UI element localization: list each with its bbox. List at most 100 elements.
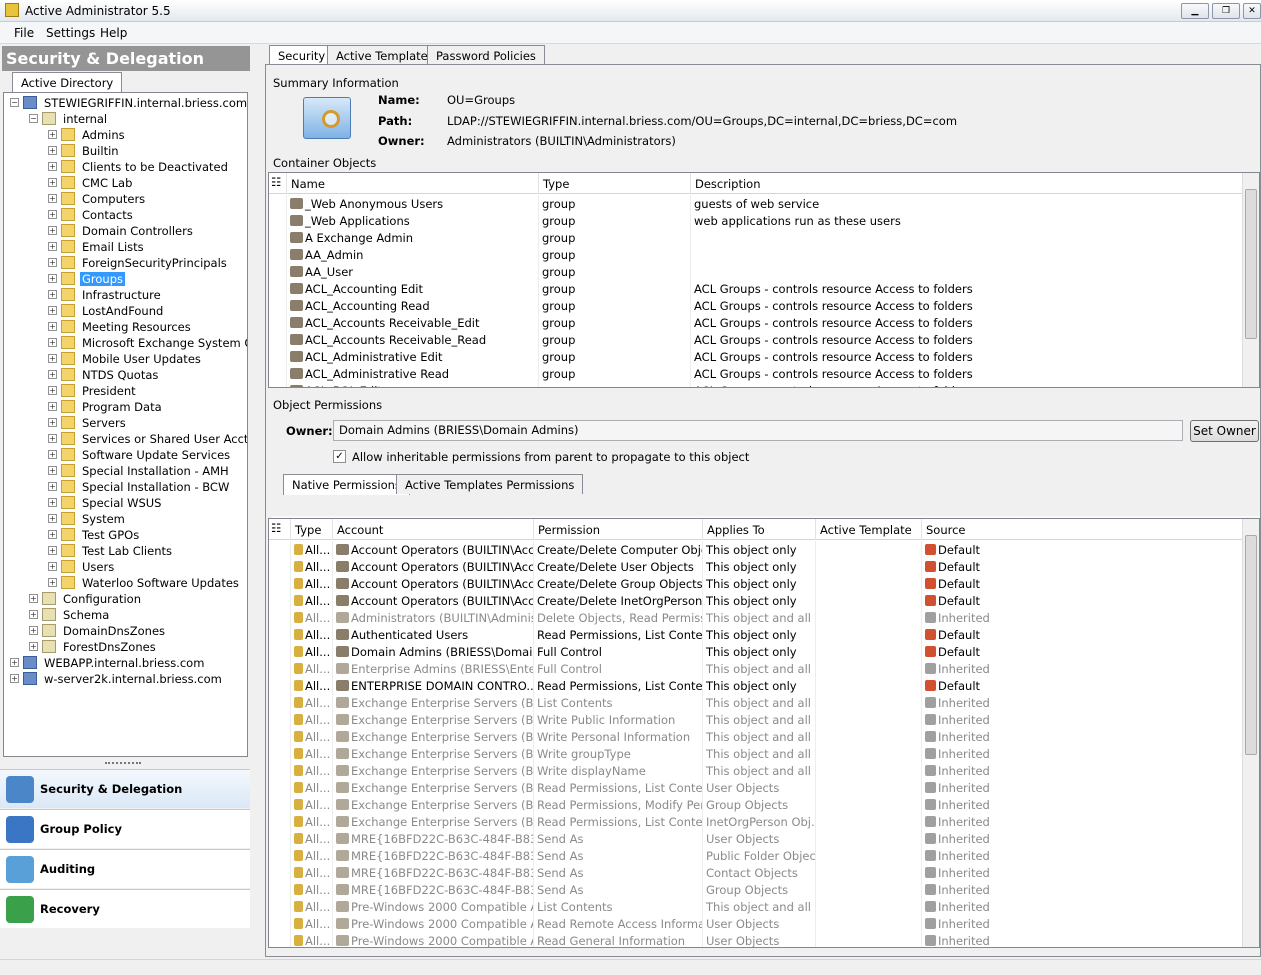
table-row[interactable]: All... Enterprise Admins (BRIESS\Enter...… (269, 660, 1244, 677)
restore-button[interactable]: ❐ (1212, 3, 1240, 19)
expand-icon[interactable]: + (48, 546, 57, 555)
column-name[interactable]: Name (287, 173, 539, 194)
row-selector[interactable] (269, 915, 291, 932)
table-row[interactable]: All... Domain Admins (BRIESS\Domain... Ful… (269, 643, 1244, 660)
tab-password-policies[interactable]: Password Policies (427, 45, 545, 65)
table-row[interactable]: All... Exchange Enterprise Servers (BRI..… (269, 711, 1244, 728)
table-row[interactable]: All... MRE{16BFD22C-B63C-484F-B83... Send … (269, 881, 1244, 898)
row-selector[interactable] (269, 382, 287, 387)
expand-icon[interactable]: + (48, 450, 57, 459)
splitter-grip[interactable] (105, 762, 141, 766)
expand-icon[interactable]: + (48, 562, 57, 571)
row-selector[interactable] (269, 195, 287, 212)
row-selector[interactable] (269, 331, 287, 348)
table-row[interactable]: All... MRE{16BFD22C-B63C-484F-B83... Send … (269, 864, 1244, 881)
row-selector[interactable] (269, 660, 291, 677)
expand-icon[interactable]: + (48, 386, 57, 395)
row-selector[interactable] (269, 365, 287, 382)
menu-file[interactable]: File (14, 26, 34, 40)
expand-icon[interactable]: + (48, 274, 57, 283)
row-selector[interactable] (269, 626, 291, 643)
container-objects-grid[interactable]: ☷ Name Type Description _Web Anonymous U… (268, 172, 1260, 388)
tab-active-templates-permissions[interactable]: Active Templates Permissions (396, 474, 584, 494)
expand-icon[interactable]: + (48, 258, 57, 267)
table-row[interactable]: AA_User group (269, 263, 1244, 280)
table-row[interactable]: ACL_Administrative Edit group ACL Groups -… (269, 348, 1244, 365)
row-selector[interactable] (269, 830, 291, 847)
table-row[interactable]: All... Pre-Windows 2000 Compatible Ac... L… (269, 898, 1244, 915)
tab-native-permissions[interactable]: Native Permissions (283, 474, 410, 495)
expand-icon[interactable]: + (48, 482, 57, 491)
expand-icon[interactable]: + (48, 466, 57, 475)
expand-icon[interactable]: + (48, 210, 57, 219)
column-chooser-icon[interactable]: ☷ (269, 519, 291, 540)
expand-icon[interactable]: + (48, 530, 57, 539)
table-row[interactable]: All... Exchange Enterprise Servers (BRI..… (269, 796, 1244, 813)
row-selector[interactable] (269, 314, 287, 331)
column-permission[interactable]: Permission (534, 519, 703, 540)
table-row[interactable]: All... Authenticated Users Read Permission… (269, 626, 1244, 643)
expand-icon[interactable]: + (48, 498, 57, 507)
column-source[interactable]: Source (922, 519, 1244, 540)
table-row[interactable]: All... Account Operators (BUILTIN\Acco...… (269, 592, 1244, 609)
menu-help[interactable]: Help (100, 26, 127, 40)
column-applies-to[interactable]: Applies To (703, 519, 816, 540)
row-selector[interactable] (269, 609, 291, 626)
row-selector[interactable] (269, 745, 291, 762)
table-row[interactable]: ACL_Accounts Receivable_Read group ACL Gro… (269, 331, 1244, 348)
row-selector[interactable] (269, 263, 287, 280)
expand-icon[interactable]: + (48, 514, 57, 523)
row-selector[interactable] (269, 212, 287, 229)
row-selector[interactable] (269, 847, 291, 864)
table-row[interactable]: AA_Admin group (269, 246, 1244, 263)
table-row[interactable]: A Exchange Admin group (269, 229, 1244, 246)
expand-icon[interactable]: + (48, 194, 57, 203)
collapse-icon[interactable]: − (29, 114, 38, 123)
row-selector[interactable] (269, 779, 291, 796)
table-row[interactable]: ACL_Accounts Receivable_Edit group ACL Gro… (269, 314, 1244, 331)
tab-active-directory[interactable]: Active Directory (12, 72, 123, 92)
expand-icon[interactable]: + (48, 146, 57, 155)
row-selector[interactable] (269, 592, 291, 609)
row-selector[interactable] (269, 711, 291, 728)
table-row[interactable]: ACL_Administrative Read group ACL Groups -… (269, 365, 1244, 382)
table-row[interactable]: All... MRE{16BFD22C-B63C-484F-B83... Send … (269, 847, 1244, 864)
row-selector[interactable] (269, 575, 291, 592)
expand-icon[interactable]: + (29, 642, 38, 651)
row-selector[interactable] (269, 643, 291, 660)
tab-security[interactable]: Security (269, 45, 335, 66)
nav-group-policy[interactable]: Group Policy (0, 809, 250, 848)
table-row[interactable]: _Web Anonymous Users group guests of web s… (269, 195, 1244, 212)
expand-icon[interactable]: + (48, 402, 57, 411)
row-selector[interactable] (269, 297, 287, 314)
table-row[interactable]: All... MRE{16BFD22C-B63C-484F-B83... Send … (269, 830, 1244, 847)
table-row[interactable]: All... Pre-Windows 2000 Compatible Ac... R… (269, 932, 1244, 947)
row-selector[interactable] (269, 677, 291, 694)
table-row[interactable]: All... ENTERPRISE DOMAIN CONTRO... Read Pe… (269, 677, 1244, 694)
nav-auditing[interactable]: Auditing (0, 849, 250, 888)
expand-icon[interactable]: + (48, 178, 57, 187)
owner-field[interactable]: Domain Admins (BRIESS\Domain Admins) (333, 420, 1183, 441)
expand-icon[interactable]: + (48, 370, 57, 379)
row-selector[interactable] (269, 881, 291, 898)
nav-security-delegation[interactable]: Security & Delegation (0, 769, 250, 808)
column-account[interactable]: Account (333, 519, 534, 540)
expand-icon[interactable]: + (10, 658, 19, 667)
row-selector[interactable] (269, 762, 291, 779)
table-row[interactable]: All... Account Operators (BUILTIN\Acco...… (269, 558, 1244, 575)
row-selector[interactable] (269, 229, 287, 246)
table-row[interactable]: _Web Applications group web applications r… (269, 212, 1244, 229)
expand-icon[interactable]: + (29, 626, 38, 635)
row-selector[interactable] (269, 541, 291, 558)
row-selector[interactable] (269, 280, 287, 297)
nav-recovery[interactable]: Recovery (0, 889, 250, 928)
table-row[interactable]: All... Exchange Enterprise Servers (BRI..… (269, 813, 1244, 830)
table-row[interactable]: All... Exchange Enterprise Servers (BRI..… (269, 779, 1244, 796)
row-selector[interactable] (269, 694, 291, 711)
row-selector[interactable] (269, 728, 291, 745)
tab-active-templates[interactable]: Active Templates (327, 45, 443, 65)
table-row[interactable]: ACL_Accounting Edit group ACL Groups - con… (269, 280, 1244, 297)
expand-icon[interactable]: + (48, 338, 57, 347)
column-description[interactable]: Description (691, 173, 1244, 194)
minimize-button[interactable]: ▁ (1181, 3, 1209, 19)
